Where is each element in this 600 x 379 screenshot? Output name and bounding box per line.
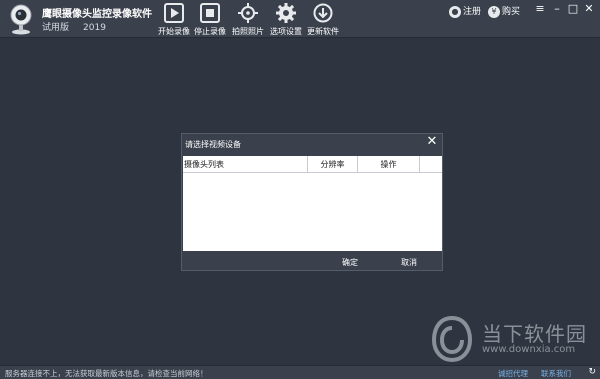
table-header: 摄像头列表 分辨率 操作 xyxy=(183,156,442,173)
app-edition: 试用版 2019 xyxy=(42,20,120,33)
update-software-label: 更新软件 xyxy=(307,27,339,36)
buy-link[interactable]: ¥ 购买 xyxy=(488,4,520,18)
yen-icon: ¥ xyxy=(488,5,500,18)
watermark-brand: 当下软件园 xyxy=(482,322,587,346)
take-photo-button[interactable]: 拍照照片 xyxy=(231,3,265,37)
stop-recording-label: 停止录像 xyxy=(194,27,226,36)
maximize-icon[interactable]: □ xyxy=(566,2,580,16)
version-year: 2019 xyxy=(83,23,106,33)
ok-button[interactable]: 确定 xyxy=(342,257,358,268)
column-empty xyxy=(420,156,442,173)
buy-label: 购买 xyxy=(502,7,521,17)
user-icon: ● xyxy=(449,5,461,18)
dialog-title: 请选择视频设备 xyxy=(185,140,241,149)
start-recording-label: 开始录像 xyxy=(158,27,190,36)
refresh-icon[interactable]: ↻ xyxy=(588,367,596,377)
download-icon xyxy=(313,3,333,23)
column-camera-list[interactable]: 摄像头列表 xyxy=(183,156,308,173)
edition-label: 试用版 xyxy=(42,23,70,33)
title-toolbar: 鹰眼摄像头监控录像软件 试用版 2019 开始录像 停止录像 拍照照片 选项设置… xyxy=(0,0,600,38)
contact-us-link[interactable]: 联系我们 xyxy=(541,368,571,379)
dialog-close-icon[interactable]: ✕ xyxy=(426,135,438,148)
cancel-button[interactable]: 取消 xyxy=(401,257,417,268)
options-settings-button[interactable]: 选项设置 xyxy=(269,3,303,37)
register-label: 注册 xyxy=(463,7,482,17)
agent-recruit-link[interactable]: 诚招代理 xyxy=(498,368,528,379)
options-settings-label: 选项设置 xyxy=(270,27,302,36)
register-link[interactable]: ● 注册 xyxy=(449,4,481,18)
column-action[interactable]: 操作 xyxy=(358,156,420,173)
take-photo-label: 拍照照片 xyxy=(232,27,264,36)
device-table: 摄像头列表 分辨率 操作 xyxy=(183,156,442,251)
start-recording-button[interactable]: 开始录像 xyxy=(157,3,191,37)
stop-recording-button[interactable]: 停止录像 xyxy=(193,3,227,37)
close-icon[interactable]: ✕ xyxy=(582,2,596,16)
column-resolution[interactable]: 分辨率 xyxy=(308,156,358,173)
update-software-button[interactable]: 更新软件 xyxy=(306,3,340,37)
app-title: 鹰眼摄像头监控录像软件 xyxy=(42,9,152,20)
webcam-logo-icon xyxy=(10,4,32,35)
watermark: 当下软件园 www.downxia.com xyxy=(430,316,586,364)
stop-icon xyxy=(200,3,220,23)
watermark-logo-icon xyxy=(431,316,473,362)
menu-icon[interactable]: ≡ xyxy=(533,2,547,16)
play-icon xyxy=(164,3,184,23)
status-bar: 服务器连接不上，无法获取最新版本信息，请检查当前网络！ 诚招代理 联系我们 ↻ xyxy=(0,365,600,379)
gear-icon xyxy=(276,3,296,23)
status-message: 服务器连接不上，无法获取最新版本信息，请检查当前网络！ xyxy=(5,369,208,378)
watermark-url: www.downxia.com xyxy=(482,344,576,355)
crosshair-icon xyxy=(238,3,258,23)
minimize-icon[interactable]: – xyxy=(550,2,564,16)
select-device-dialog: 请选择视频设备 ✕ 摄像头列表 分辨率 操作 确定 取消 xyxy=(181,133,443,271)
